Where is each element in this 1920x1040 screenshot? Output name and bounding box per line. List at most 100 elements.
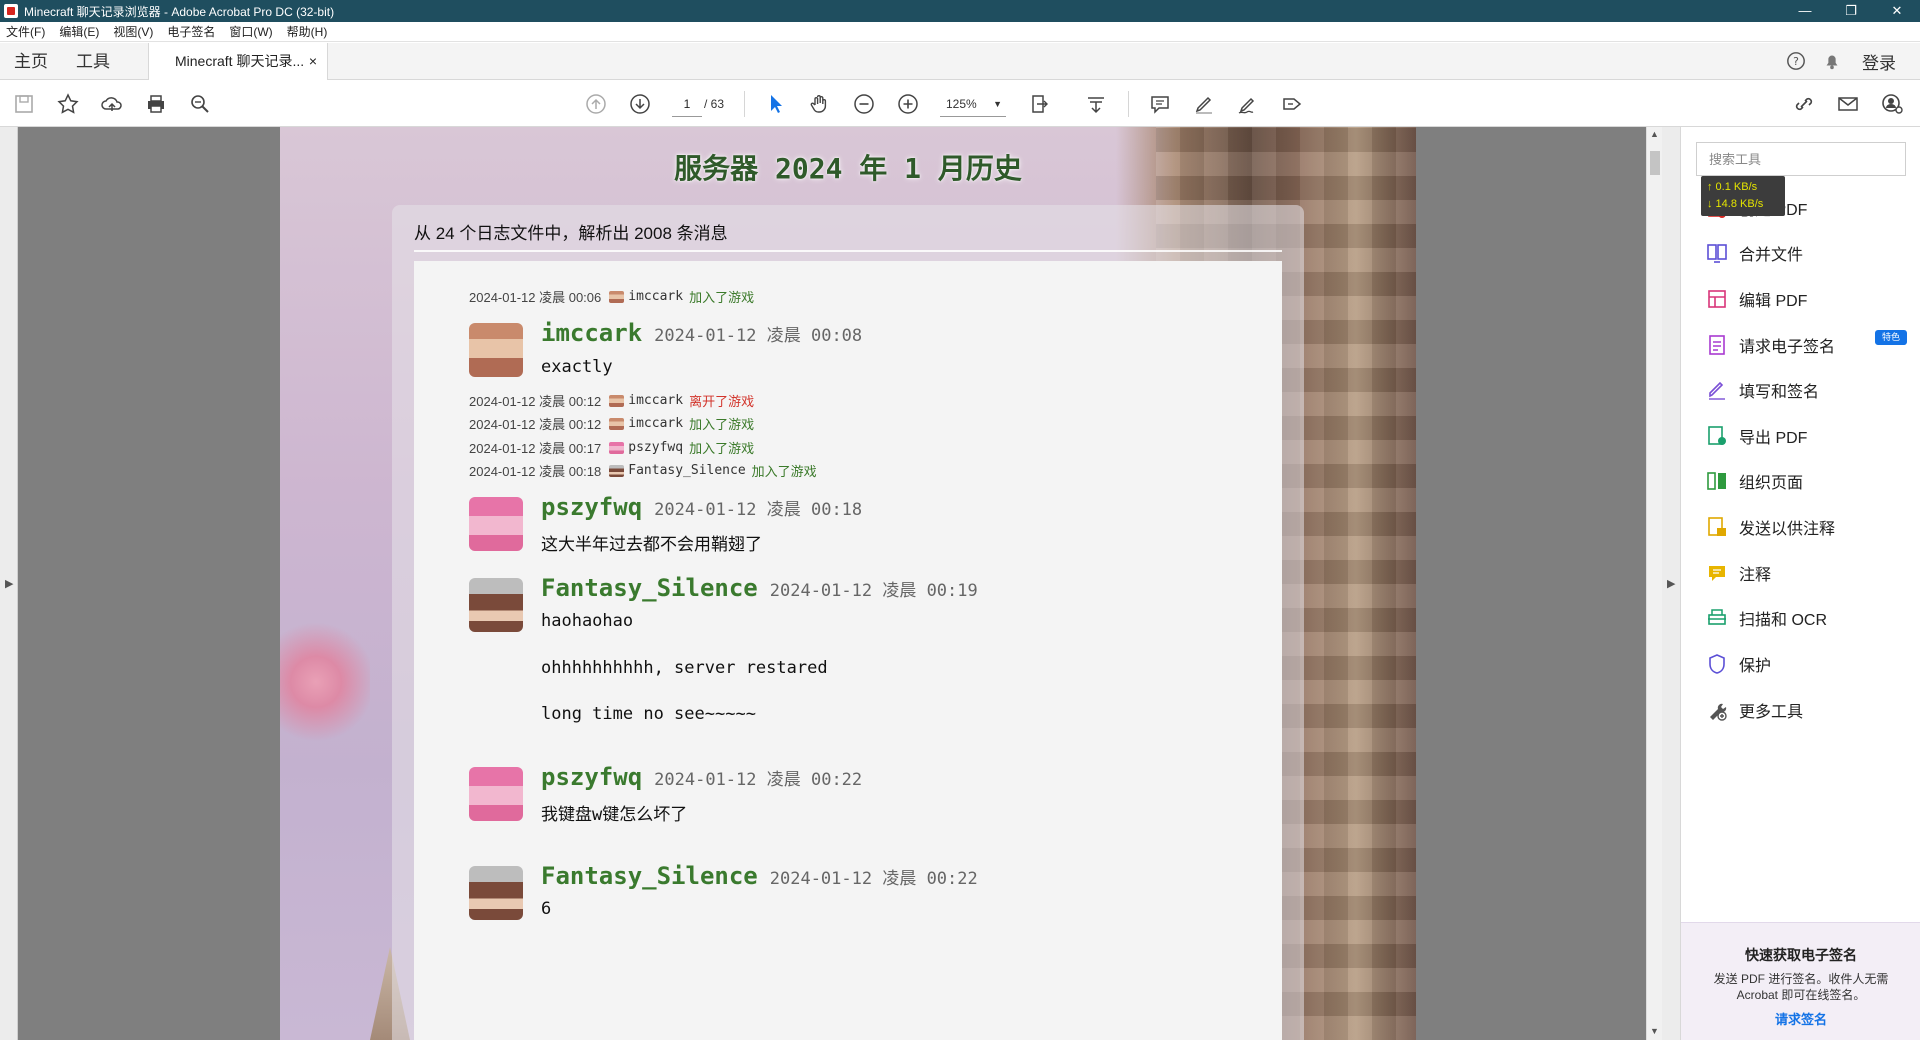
- highlighter-icon[interactable]: [1192, 92, 1216, 116]
- tool-label: 更多工具: [1739, 704, 1804, 721]
- account-share-icon[interactable]: [1880, 92, 1904, 116]
- tool-request-esign[interactable]: 请求电子签名: [1705, 330, 1835, 360]
- zoom-out-icon[interactable]: [852, 92, 876, 116]
- scroll-thumb[interactable]: [1650, 151, 1660, 175]
- left-panel-toggle[interactable]: ▶: [0, 127, 18, 1040]
- page-title: 服务器 2024 年 1 月历史: [674, 152, 1022, 185]
- edit-pdf-icon: [1705, 287, 1729, 311]
- acrobat-icon: [4, 4, 18, 18]
- avatar: [469, 866, 523, 920]
- combine-files-icon: [1705, 241, 1729, 265]
- share-link-icon[interactable]: [1792, 92, 1816, 116]
- comment-icon[interactable]: [1148, 92, 1172, 116]
- toolbar-divider: [1128, 91, 1129, 117]
- tool-label: 导出 PDF: [1739, 430, 1808, 447]
- menu-file[interactable]: 文件(F): [6, 23, 45, 40]
- menu-help[interactable]: 帮助(H): [287, 23, 328, 40]
- minimize-button[interactable]: —: [1782, 0, 1828, 22]
- scroll-down-icon[interactable]: ▼: [1650, 1026, 1659, 1036]
- request-signature-link[interactable]: 请求签名: [1681, 1009, 1920, 1028]
- help-icon[interactable]: ?: [1785, 50, 1807, 72]
- player-head-icon: [609, 417, 625, 430]
- zoom-search-icon[interactable]: [188, 92, 212, 116]
- email-icon[interactable]: [1836, 92, 1860, 116]
- right-panel-toggle[interactable]: ▶: [1662, 127, 1680, 1040]
- tool-scan-ocr[interactable]: 扫描和 OCR: [1705, 603, 1827, 633]
- page-number-input[interactable]: 1: [672, 91, 702, 117]
- close-window-button[interactable]: ✕: [1874, 0, 1920, 22]
- tool-send-for-comments[interactable]: 发送以供注释: [1705, 512, 1835, 542]
- event-action: 加入了游戏: [751, 464, 817, 479]
- event-user: pszyfwq: [628, 440, 684, 455]
- bookmark-star-icon[interactable]: [56, 92, 80, 116]
- menu-esign[interactable]: 电子签名: [167, 23, 215, 40]
- zoom-in-icon[interactable]: [896, 92, 920, 116]
- bell-icon[interactable]: [1821, 50, 1843, 72]
- tab-home[interactable]: 主页: [0, 43, 62, 80]
- tag-edit-icon[interactable]: [1280, 92, 1304, 116]
- cloud-upload-icon[interactable]: [100, 92, 124, 116]
- player-head-icon: [609, 441, 625, 454]
- tool-label: 请求电子签名: [1739, 339, 1836, 356]
- print-icon[interactable]: [144, 92, 168, 116]
- avatar: [469, 323, 523, 377]
- tool-edit-pdf[interactable]: 编辑 PDF: [1705, 284, 1807, 314]
- tool-label: 填写和签名: [1739, 384, 1820, 401]
- event-action: 加入了游戏: [689, 417, 755, 432]
- leave-event: 2024-01-12 凌晨 00:12 imccark 离开了游戏: [469, 391, 754, 410]
- network-speed-overlay: ↑ 0.1 KB/s ↓ 14.8 KB/s: [1701, 176, 1785, 216]
- toolbar-divider: [744, 91, 745, 117]
- cherry-blossom-art: [280, 617, 370, 747]
- tool-fill-sign[interactable]: 填写和签名: [1705, 375, 1819, 405]
- message-user: Fantasy_Silence: [541, 574, 758, 602]
- previous-page-icon[interactable]: [584, 92, 608, 116]
- document-canvas[interactable]: 服务器 2024 年 1 月历史 从 24 个日志文件中，解析出 2008 条消…: [18, 127, 1646, 1040]
- tool-more-tools[interactable]: 更多工具: [1705, 695, 1803, 725]
- tool-comment[interactable]: 注释: [1705, 558, 1771, 588]
- tool-label: 合并文件: [1739, 247, 1804, 264]
- download-speed: ↓ 14.8 KB/s: [1707, 198, 1764, 210]
- tab-document[interactable]: Minecraft 聊天记录... ×: [148, 42, 328, 80]
- next-page-icon[interactable]: [628, 92, 652, 116]
- tab-bar: 主页 工具 Minecraft 聊天记录... × ? 登录: [0, 42, 1920, 80]
- tab-tools[interactable]: 工具: [62, 43, 124, 80]
- wrench-plus-icon: [1705, 698, 1729, 722]
- login-button[interactable]: 登录: [1862, 49, 1896, 74]
- event-time: 2024-01-12 凌晨 00:12: [469, 417, 602, 432]
- message-user: pszyfwq: [541, 763, 643, 791]
- event-action: 加入了游戏: [689, 290, 755, 305]
- menu-bar: 文件(F) 编辑(E) 视图(V) 电子签名 窗口(W) 帮助(H): [0, 22, 1920, 42]
- player-head-icon: [609, 464, 625, 477]
- vertical-scrollbar[interactable]: ▲ ▼: [1646, 127, 1662, 1040]
- message-time: 2024-01-12 凌晨 00:19: [769, 581, 978, 601]
- maximize-button[interactable]: ❐: [1828, 0, 1874, 22]
- search-tools-input[interactable]: 搜索工具: [1696, 142, 1906, 176]
- zoom-level-select[interactable]: 125% ▼: [940, 91, 1006, 117]
- page-fit-icon[interactable]: [1028, 92, 1052, 116]
- menu-window[interactable]: 窗口(W): [229, 23, 272, 40]
- tool-combine-files[interactable]: 合并文件: [1705, 238, 1803, 268]
- scroll-up-icon[interactable]: ▲: [1650, 129, 1659, 139]
- tool-label: 发送以供注释: [1739, 521, 1836, 538]
- export-pdf-icon: [1705, 424, 1729, 448]
- tool-organize-pages[interactable]: 组织页面: [1705, 466, 1803, 496]
- menu-view[interactable]: 视图(V): [113, 23, 153, 40]
- event-user: imccark: [628, 416, 684, 431]
- message-time: 2024-01-12 凌晨 00:22: [769, 869, 978, 889]
- tool-label: 注释: [1739, 567, 1772, 584]
- message-text: haohaohao: [541, 611, 634, 631]
- scroll-mode-icon[interactable]: [1084, 92, 1108, 116]
- hand-tool-icon[interactable]: [808, 92, 832, 116]
- draw-signature-icon[interactable]: [1236, 92, 1260, 116]
- promo-description: 发送 PDF 进行签名。收件人无需 Acrobat 即可在线签名。: [1713, 972, 1889, 1002]
- send-comments-icon: [1705, 515, 1729, 539]
- close-tab-button[interactable]: ×: [309, 53, 317, 69]
- select-cursor-icon[interactable]: [764, 92, 788, 116]
- parse-summary: 从 24 个日志文件中，解析出 2008 条消息: [414, 224, 728, 243]
- svg-text:?: ?: [1793, 55, 1799, 68]
- menu-edit[interactable]: 编辑(E): [59, 23, 99, 40]
- tool-protect[interactable]: 保护: [1705, 649, 1771, 679]
- save-icon[interactable]: [12, 92, 36, 116]
- tool-export-pdf[interactable]: 导出 PDF: [1705, 421, 1807, 451]
- chat-panel: 从 24 个日志文件中，解析出 2008 条消息 2024-01-12 凌晨 0…: [392, 205, 1304, 1040]
